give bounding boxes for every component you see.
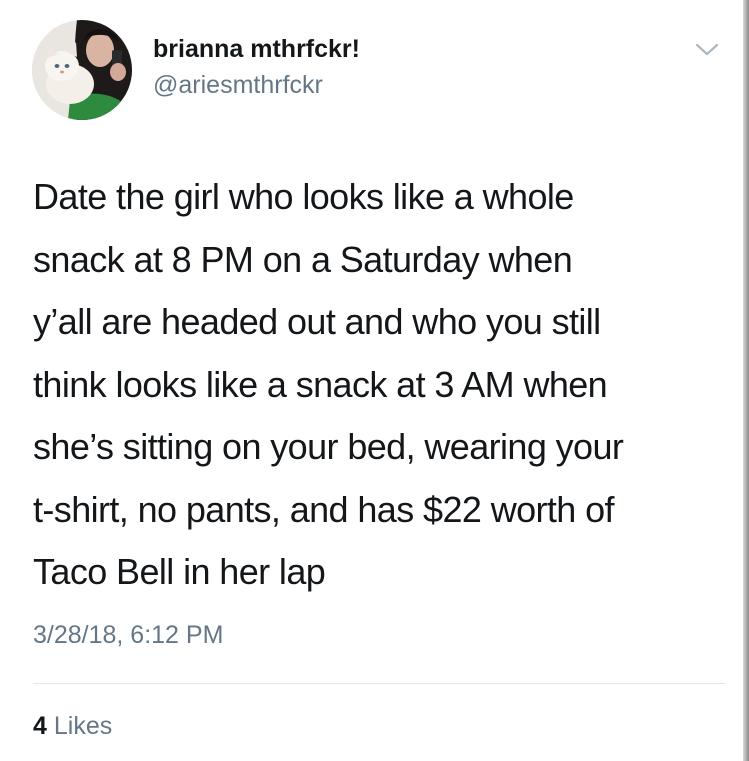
author-block[interactable]: brianna mthrfckr! @ariesmthrfckr (153, 34, 360, 100)
divider (33, 683, 725, 684)
tweet-text-line: Taco Bell in her lap (33, 551, 326, 592)
tweet-text: Date the girl who looks like a whole sna… (33, 166, 733, 604)
avatar-photo-icon (32, 20, 132, 120)
chevron-down-icon (695, 43, 719, 56)
author-display-name[interactable]: brianna mthrfckr! (153, 34, 360, 64)
likes-label: Likes (53, 712, 113, 740)
tweet-view: brianna mthrfckr! @ariesmthrfckr Date th… (0, 0, 749, 761)
screen-edge (743, 0, 749, 761)
author-handle[interactable]: @ariesmthrfckr (153, 70, 360, 100)
tweet-text-line: she’s sitting on your bed, wearing your (33, 426, 624, 467)
tweet-text-line: think looks like a snack at 3 AM when (33, 363, 608, 405)
likes-stat[interactable]: 4 Likes (33, 711, 112, 741)
tweet-text-line: t-shirt, no pants, and has $22 worth of (33, 488, 615, 530)
author-avatar[interactable] (32, 20, 132, 120)
likes-count: 4 (33, 712, 47, 740)
tweet-timestamp[interactable]: 3/28/18, 6:12 PM (33, 620, 223, 650)
tweet-text-line: snack at 8 PM on a Saturday when (33, 238, 573, 280)
tweet-text-line: Date the girl who looks like a whole (33, 176, 574, 217)
tweet-text-line: y’all are headed out and who you still (33, 301, 601, 342)
tweet-menu-button[interactable] (693, 40, 721, 60)
